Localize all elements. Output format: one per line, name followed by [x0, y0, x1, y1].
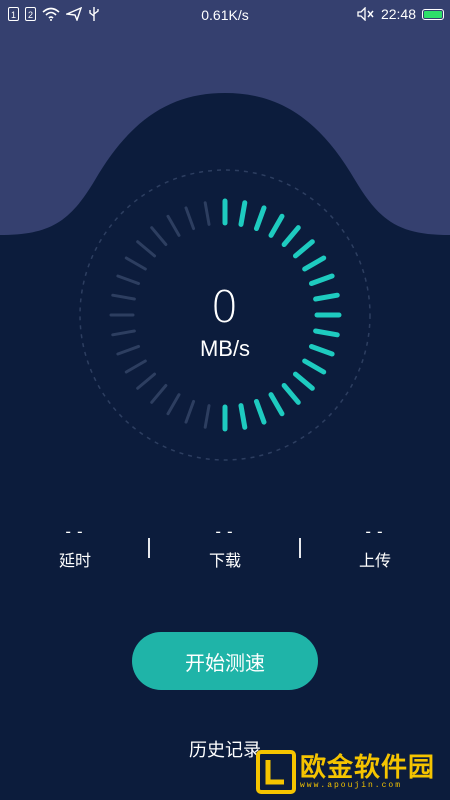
download-label: 下载 — [208, 551, 241, 570]
gauge-tick — [150, 383, 168, 404]
upload-metric: -- 上传 — [300, 522, 450, 571]
speed-value: 0 — [210, 282, 240, 333]
gauge-tick — [292, 371, 315, 391]
gauge-tick — [136, 372, 157, 390]
gauge-tick — [302, 255, 327, 272]
latency-metric: -- 延时 — [0, 522, 150, 571]
watermark-logo: 欧金软件园 www.apoujin.com — [256, 748, 446, 796]
gauge-tick — [124, 359, 147, 374]
metrics-row: -- 延时 -- 下载 -- 上传 — [0, 522, 450, 582]
gauge-tick — [302, 358, 327, 375]
logo-icon — [256, 750, 296, 794]
gauge-tick — [238, 403, 248, 430]
gauge-tick — [136, 240, 157, 258]
status-bar: 1 2 0.61K/s 22:48 — [0, 0, 450, 30]
gauge-tick — [150, 226, 168, 247]
clock: 22:48 — [380, 6, 416, 22]
status-right: 22:48 — [357, 6, 444, 22]
gauge-tick — [203, 201, 211, 226]
download-metric: -- 下载 — [150, 522, 300, 571]
gauge-tick — [292, 239, 315, 259]
download-value: -- — [213, 522, 237, 541]
gauge-tick — [238, 200, 248, 227]
upload-value: -- — [363, 522, 387, 541]
latency-label: 延时 — [58, 551, 91, 570]
gauge-tick — [184, 206, 196, 231]
gauge-tick — [124, 256, 147, 271]
watermark-text: 欧金软件园 www.apoujin.com — [300, 755, 435, 790]
battery-icon — [422, 8, 444, 20]
gauge-tick — [166, 214, 181, 237]
gauge-tick — [268, 213, 285, 238]
speed-unit: MB/s — [199, 336, 251, 361]
gauge-tick — [184, 399, 196, 424]
gauge-tick — [203, 404, 211, 429]
gauge-tick — [281, 225, 301, 248]
watermark-title: 欧金软件园 — [300, 752, 436, 783]
upload-label: 上传 — [358, 551, 391, 570]
latency-value: -- — [63, 522, 87, 541]
mute-icon — [357, 7, 374, 21]
gauge-tick — [253, 398, 267, 425]
gauge-tick — [166, 393, 181, 416]
gauge-tick — [268, 392, 285, 417]
gauge-tick — [281, 382, 301, 405]
start-test-button[interactable]: 开始测速 — [132, 632, 318, 690]
gauge-tick — [253, 205, 267, 232]
